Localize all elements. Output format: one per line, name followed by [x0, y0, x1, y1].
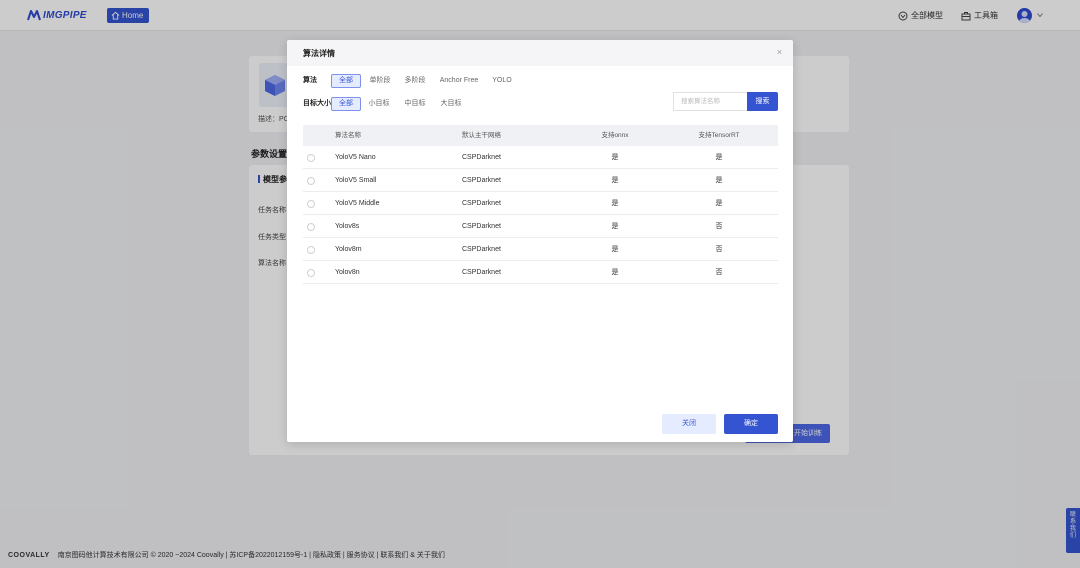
confirm-button[interactable]: 确定: [724, 414, 778, 434]
algorithm-detail-modal: 算法详情 × 算法 全部 单阶段 多阶段 Anchor Free YOLO 目标…: [287, 40, 793, 442]
target-size-chip-large[interactable]: 大目标: [436, 97, 466, 111]
cell-name: Yolov8n: [335, 269, 360, 276]
cell-name: Yolov8m: [335, 246, 362, 253]
cell-onnx: 是: [611, 154, 619, 161]
cell-backbone: CSPDarknet: [462, 200, 501, 207]
algorithm-search-input[interactable]: 搜索算法名称: [673, 92, 747, 111]
cell-tensorrt: 是: [715, 154, 723, 161]
search-button[interactable]: 搜索: [747, 92, 778, 111]
algorithm-filter-label: 算法: [303, 77, 317, 84]
cell-name: YoloV5 Middle: [335, 200, 380, 207]
row-radio[interactable]: [307, 154, 315, 162]
close-icon[interactable]: ×: [775, 48, 784, 57]
cell-tensorrt: 是: [715, 177, 723, 184]
cancel-button[interactable]: 关闭: [662, 414, 716, 434]
table-row[interactable]: Yolov8n CSPDarknet 是 否: [303, 261, 778, 284]
row-radio[interactable]: [307, 223, 315, 231]
cell-onnx: 是: [611, 200, 619, 207]
table-row[interactable]: Yolov8s CSPDarknet 是 否: [303, 215, 778, 238]
target-size-chip-all[interactable]: 全部: [331, 97, 361, 111]
cell-backbone: CSPDarknet: [462, 223, 501, 230]
algorithm-chip-yolo[interactable]: YOLO: [489, 74, 515, 88]
cell-onnx: 是: [611, 177, 619, 184]
cell-backbone: CSPDarknet: [462, 154, 501, 161]
algorithm-chip-anchor-free[interactable]: Anchor Free: [437, 74, 481, 88]
column-header-backbone: 默认主干网络: [462, 132, 501, 139]
cell-name: YoloV5 Nano: [335, 154, 376, 161]
cell-onnx: 是: [611, 223, 619, 230]
cell-backbone: CSPDarknet: [462, 269, 501, 276]
cell-name: Yolov8s: [335, 223, 360, 230]
cell-tensorrt: 是: [715, 200, 723, 207]
table-header: 算法名称 默认主干网络 支持onnx 支持TensorRT: [303, 125, 778, 146]
table-row[interactable]: YoloV5 Nano CSPDarknet 是 是: [303, 146, 778, 169]
algorithm-chip-multi-stage[interactable]: 多阶段: [400, 74, 430, 88]
algorithm-chip-single-stage[interactable]: 单阶段: [365, 74, 395, 88]
column-header-onnx: 支持onnx: [601, 132, 629, 139]
algorithm-chip-all[interactable]: 全部: [331, 74, 361, 88]
table-row[interactable]: YoloV5 Small CSPDarknet 是 是: [303, 169, 778, 192]
target-size-chip-small[interactable]: 小目标: [364, 97, 394, 111]
cell-tensorrt: 否: [715, 269, 723, 276]
cell-name: YoloV5 Small: [335, 177, 377, 184]
column-header-name: 算法名称: [335, 132, 361, 139]
cell-tensorrt: 否: [715, 223, 723, 230]
cell-onnx: 是: [611, 269, 619, 276]
table-row[interactable]: YoloV5 Middle CSPDarknet 是 是: [303, 192, 778, 215]
row-radio[interactable]: [307, 177, 315, 185]
target-size-filter-label: 目标大小: [303, 100, 331, 107]
row-radio[interactable]: [307, 246, 315, 254]
target-size-chip-medium[interactable]: 中目标: [400, 97, 430, 111]
row-radio[interactable]: [307, 200, 315, 208]
cell-onnx: 是: [611, 246, 619, 253]
table-row[interactable]: Yolov8m CSPDarknet 是 否: [303, 238, 778, 261]
cell-tensorrt: 否: [715, 246, 723, 253]
cell-backbone: CSPDarknet: [462, 177, 501, 184]
modal-header: 算法详情 ×: [287, 40, 793, 66]
cell-backbone: CSPDarknet: [462, 246, 501, 253]
column-header-tensorrt: 支持TensorRT: [698, 132, 740, 139]
row-radio[interactable]: [307, 269, 315, 277]
modal-title: 算法详情: [303, 49, 335, 58]
